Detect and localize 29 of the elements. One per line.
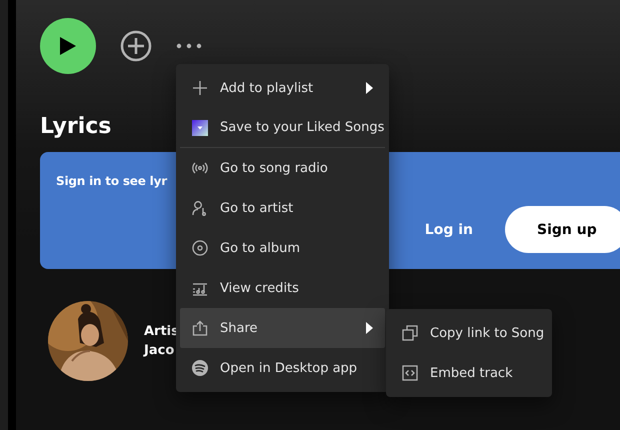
submenu-caret-icon — [365, 82, 373, 94]
plus-icon — [192, 80, 208, 96]
menu-item[interactable]: Go to album — [180, 228, 385, 268]
log-in-button[interactable]: Log in — [424, 222, 473, 238]
person-note-icon — [192, 200, 208, 216]
more-options-button[interactable] — [176, 43, 202, 49]
share-icon — [192, 320, 208, 336]
sign-in-prompt: Sign in to see lyr — [56, 174, 167, 188]
menu-item[interactable]: Save to your Liked Songs — [180, 108, 385, 148]
menu-item[interactable]: Go to artist — [180, 188, 385, 228]
menu-item[interactable]: Share — [180, 308, 385, 348]
play-icon — [59, 36, 77, 56]
app-logo-icon — [192, 360, 208, 376]
sign-up-button[interactable]: Sign up — [505, 206, 620, 253]
menu-item[interactable]: Add to playlist — [180, 68, 385, 108]
menu-item[interactable]: Go to song radio — [180, 148, 385, 188]
radio-icon — [192, 160, 208, 176]
heart-tile-icon — [192, 120, 208, 136]
menu-item[interactable]: Copy link to Song — [390, 313, 548, 353]
embed-icon — [402, 365, 418, 381]
submenu-caret-icon — [365, 322, 373, 334]
menu-item[interactable]: Embed track — [390, 353, 548, 393]
menu-item[interactable]: Open in Desktop app — [180, 348, 385, 388]
add-button[interactable] — [120, 30, 152, 62]
disc-icon — [192, 240, 208, 256]
artist-name: Jaco — [144, 343, 176, 358]
copy-icon — [402, 325, 418, 341]
lyrics-heading: Lyrics — [40, 113, 112, 141]
menu-item[interactable]: View credits — [180, 268, 385, 308]
